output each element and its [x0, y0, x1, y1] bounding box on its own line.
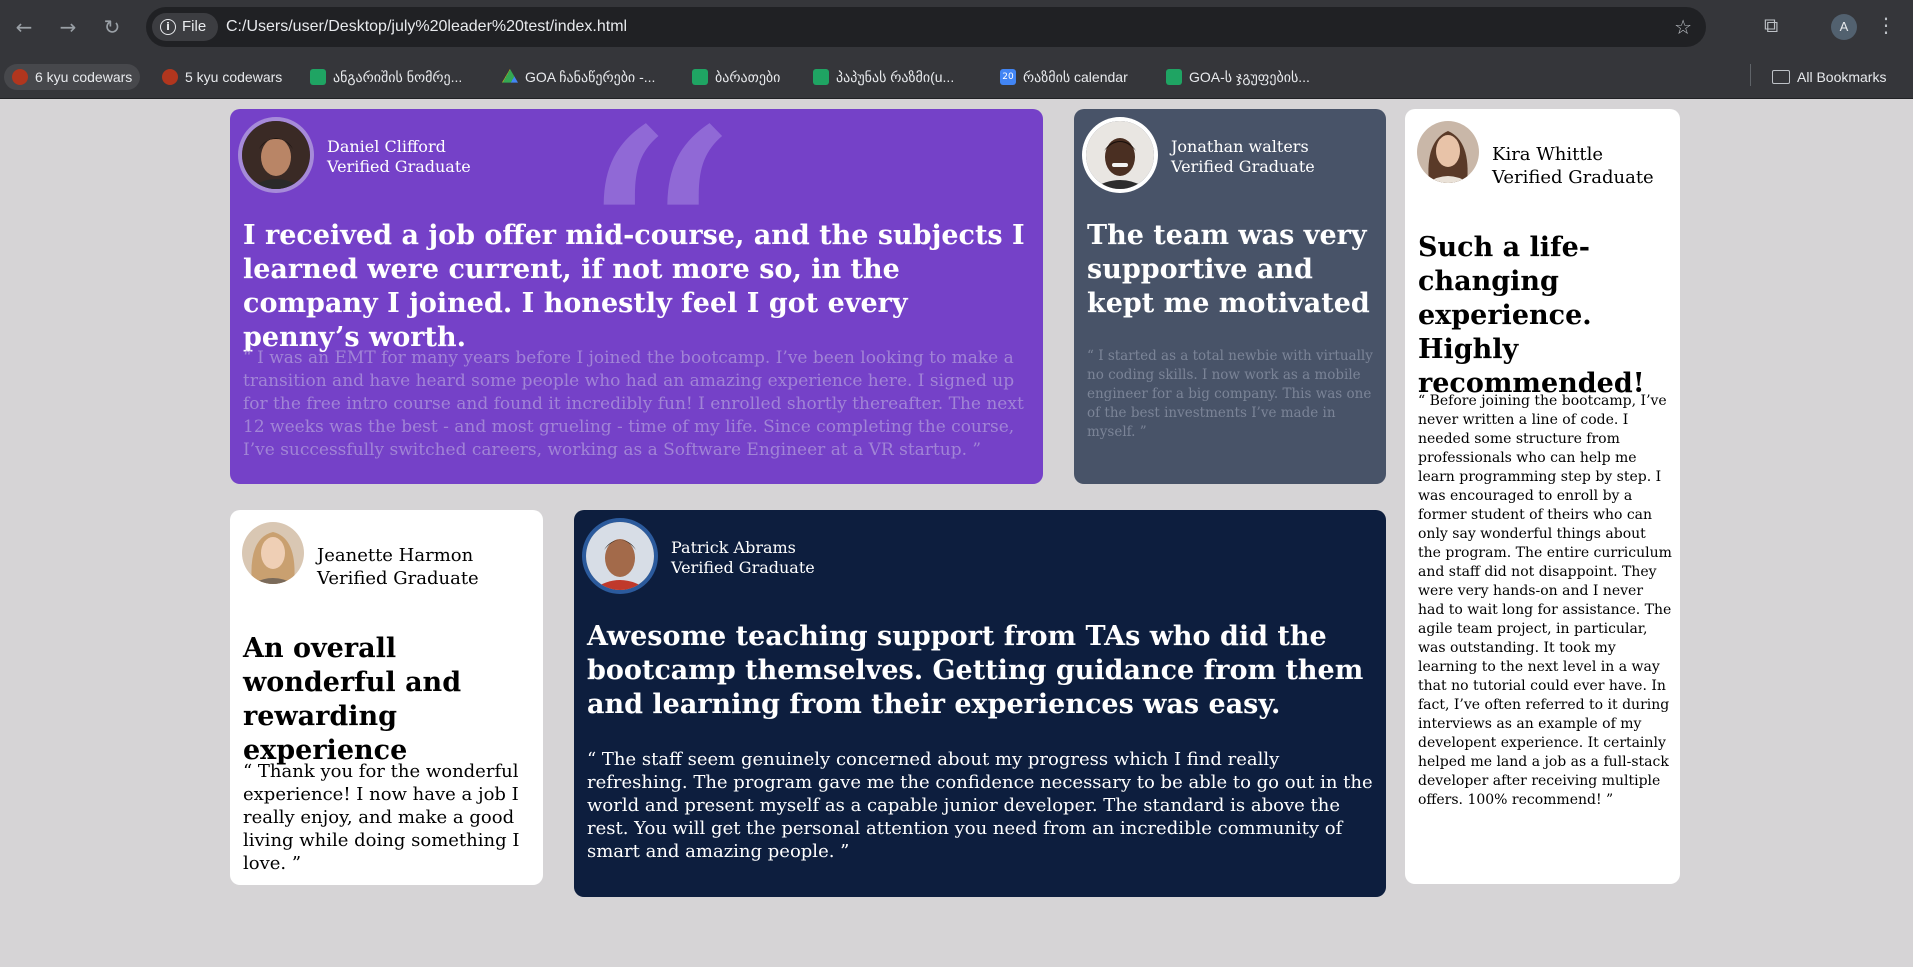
- site-info-button[interactable]: i File: [152, 13, 219, 41]
- reload-icon[interactable]: ↻: [98, 13, 126, 41]
- sheets-icon: [692, 69, 708, 85]
- testimonial-quote: “ I started as a total newbie with virtu…: [1087, 348, 1373, 440]
- avatar: [586, 522, 654, 590]
- testimonial-card-jeanette: Jeanette Harmon Verified Graduate An ove…: [230, 510, 543, 885]
- extensions-puzzle-icon[interactable]: ⧉: [1764, 13, 1788, 37]
- avatar: [1086, 121, 1154, 189]
- bookmark-label: GOA ჩანაწერები -...: [525, 68, 656, 85]
- author-info: Jonathan walters Verified Graduate: [1171, 137, 1315, 177]
- bookmark-item[interactable]: ბარათები: [684, 64, 788, 90]
- author-role: Verified Graduate: [1492, 167, 1654, 188]
- profile-avatar-button[interactable]: A: [1831, 14, 1857, 40]
- author-info: Kira Whittle Verified Graduate: [1492, 143, 1654, 189]
- author-name: Jonathan walters: [1171, 137, 1309, 156]
- avatar: [1417, 121, 1479, 183]
- forward-arrow-icon[interactable]: →: [54, 13, 82, 41]
- bookmark-item[interactable]: 20 რაზმის calendar: [992, 64, 1136, 90]
- author-info: Jeanette Harmon Verified Graduate: [317, 544, 479, 590]
- bookmark-star-icon[interactable]: ☆: [1674, 15, 1692, 39]
- bookmark-item[interactable]: 6 kyu codewars: [4, 64, 141, 90]
- bookmark-label: ანგარიშის ნომრე...: [333, 68, 463, 85]
- author-info: Daniel Clifford Verified Graduate: [327, 137, 471, 177]
- author-info: Patrick Abrams Verified Graduate: [671, 538, 815, 578]
- bookmark-item[interactable]: პაპუნას რაზმი(u...: [805, 64, 962, 90]
- testimonial-card-jonathan: Jonathan walters Verified Graduate The t…: [1074, 109, 1386, 484]
- testimonial-headline: Awesome teaching support from TAs who di…: [587, 621, 1364, 720]
- sheets-icon: [310, 69, 326, 85]
- bookmark-item[interactable]: GOA ჩანაწერები -...: [494, 64, 663, 90]
- file-label: File: [182, 18, 207, 35]
- author-role: Verified Graduate: [671, 558, 815, 577]
- testimonial-quote: “ The staff seem genuinely concerned abo…: [587, 749, 1373, 862]
- bookmark-label: პაპუნას რაზმი(u...: [836, 68, 955, 85]
- sheets-icon: [813, 69, 829, 85]
- calendar-icon: 20: [1000, 69, 1016, 85]
- testimonial-quote: “ Thank you for the wonderful experience…: [243, 761, 520, 874]
- bookmark-label: რაზმის calendar: [1023, 68, 1128, 85]
- author-name: Jeanette Harmon: [317, 545, 474, 566]
- folder-icon: [1772, 70, 1790, 84]
- back-arrow-icon[interactable]: ←: [10, 13, 38, 41]
- testimonial-headline: Such a life-changing experience. Highly …: [1418, 232, 1645, 399]
- testimonial-headline: I received a job offer mid-course, and t…: [243, 220, 1025, 353]
- bookmark-label: 6 kyu codewars: [35, 69, 133, 85]
- author-role: Verified Graduate: [317, 568, 479, 589]
- url-text[interactable]: C:/Users/user/Desktop/july%20leader%20te…: [226, 7, 627, 47]
- codewars-icon: [162, 69, 178, 85]
- bookmark-item[interactable]: GOA-ს ჯგუფების...: [1158, 64, 1318, 90]
- bookmark-label: 5 kyu codewars: [185, 69, 283, 85]
- testimonial-headline: An overall wonderful and rewarding exper…: [243, 633, 462, 766]
- all-bookmarks-label: All Bookmarks: [1797, 69, 1887, 85]
- address-bar[interactable]: i File C:/Users/user/Desktop/july%20lead…: [146, 7, 1706, 47]
- testimonial-card-patrick: Patrick Abrams Verified Graduate Awesome…: [574, 510, 1386, 897]
- bookmarks-divider: [1750, 64, 1751, 86]
- bookmarks-bar: 6 kyu codewars 5 kyu codewars ანგარიშის …: [0, 55, 1913, 99]
- author-name: Daniel Clifford: [327, 137, 446, 156]
- all-bookmarks-button[interactable]: All Bookmarks: [1764, 64, 1894, 90]
- testimonial-headline: The team was very supportive and kept me…: [1087, 220, 1370, 319]
- codewars-icon: [12, 69, 28, 85]
- author-name: Kira Whittle: [1492, 144, 1603, 165]
- author-name: Patrick Abrams: [671, 538, 796, 557]
- bookmark-label: GOA-ს ჯგუფების...: [1189, 68, 1310, 85]
- testimonial-card-daniel: “ Daniel Clifford Verified Graduate I re…: [230, 109, 1043, 484]
- author-role: Verified Graduate: [1171, 157, 1315, 176]
- bookmark-item[interactable]: 5 kyu codewars: [154, 64, 290, 90]
- sheets-icon: [1166, 69, 1182, 85]
- browser-toolbar: ← → ↻ i File C:/Users/user/Desktop/july%…: [0, 0, 1913, 55]
- testimonial-card-kira: Kira Whittle Verified Graduate Such a li…: [1405, 109, 1680, 884]
- info-icon: i: [160, 19, 176, 35]
- author-role: Verified Graduate: [327, 157, 471, 176]
- testimonial-quote: “ I was an EMT for many years before I j…: [243, 348, 1024, 460]
- testimonial-quote: “ Before joining the bootcamp, I’ve neve…: [1418, 393, 1672, 808]
- browser-chrome: ← → ↻ i File C:/Users/user/Desktop/july%…: [0, 0, 1913, 99]
- avatar: [242, 522, 304, 584]
- avatar: [242, 121, 310, 189]
- kebab-menu-icon[interactable]: ⋮: [1876, 13, 1896, 37]
- drive-icon: [502, 69, 518, 83]
- bookmark-label: ბარათები: [715, 68, 781, 85]
- bookmark-item[interactable]: ანგარიშის ნომრე...: [302, 64, 470, 90]
